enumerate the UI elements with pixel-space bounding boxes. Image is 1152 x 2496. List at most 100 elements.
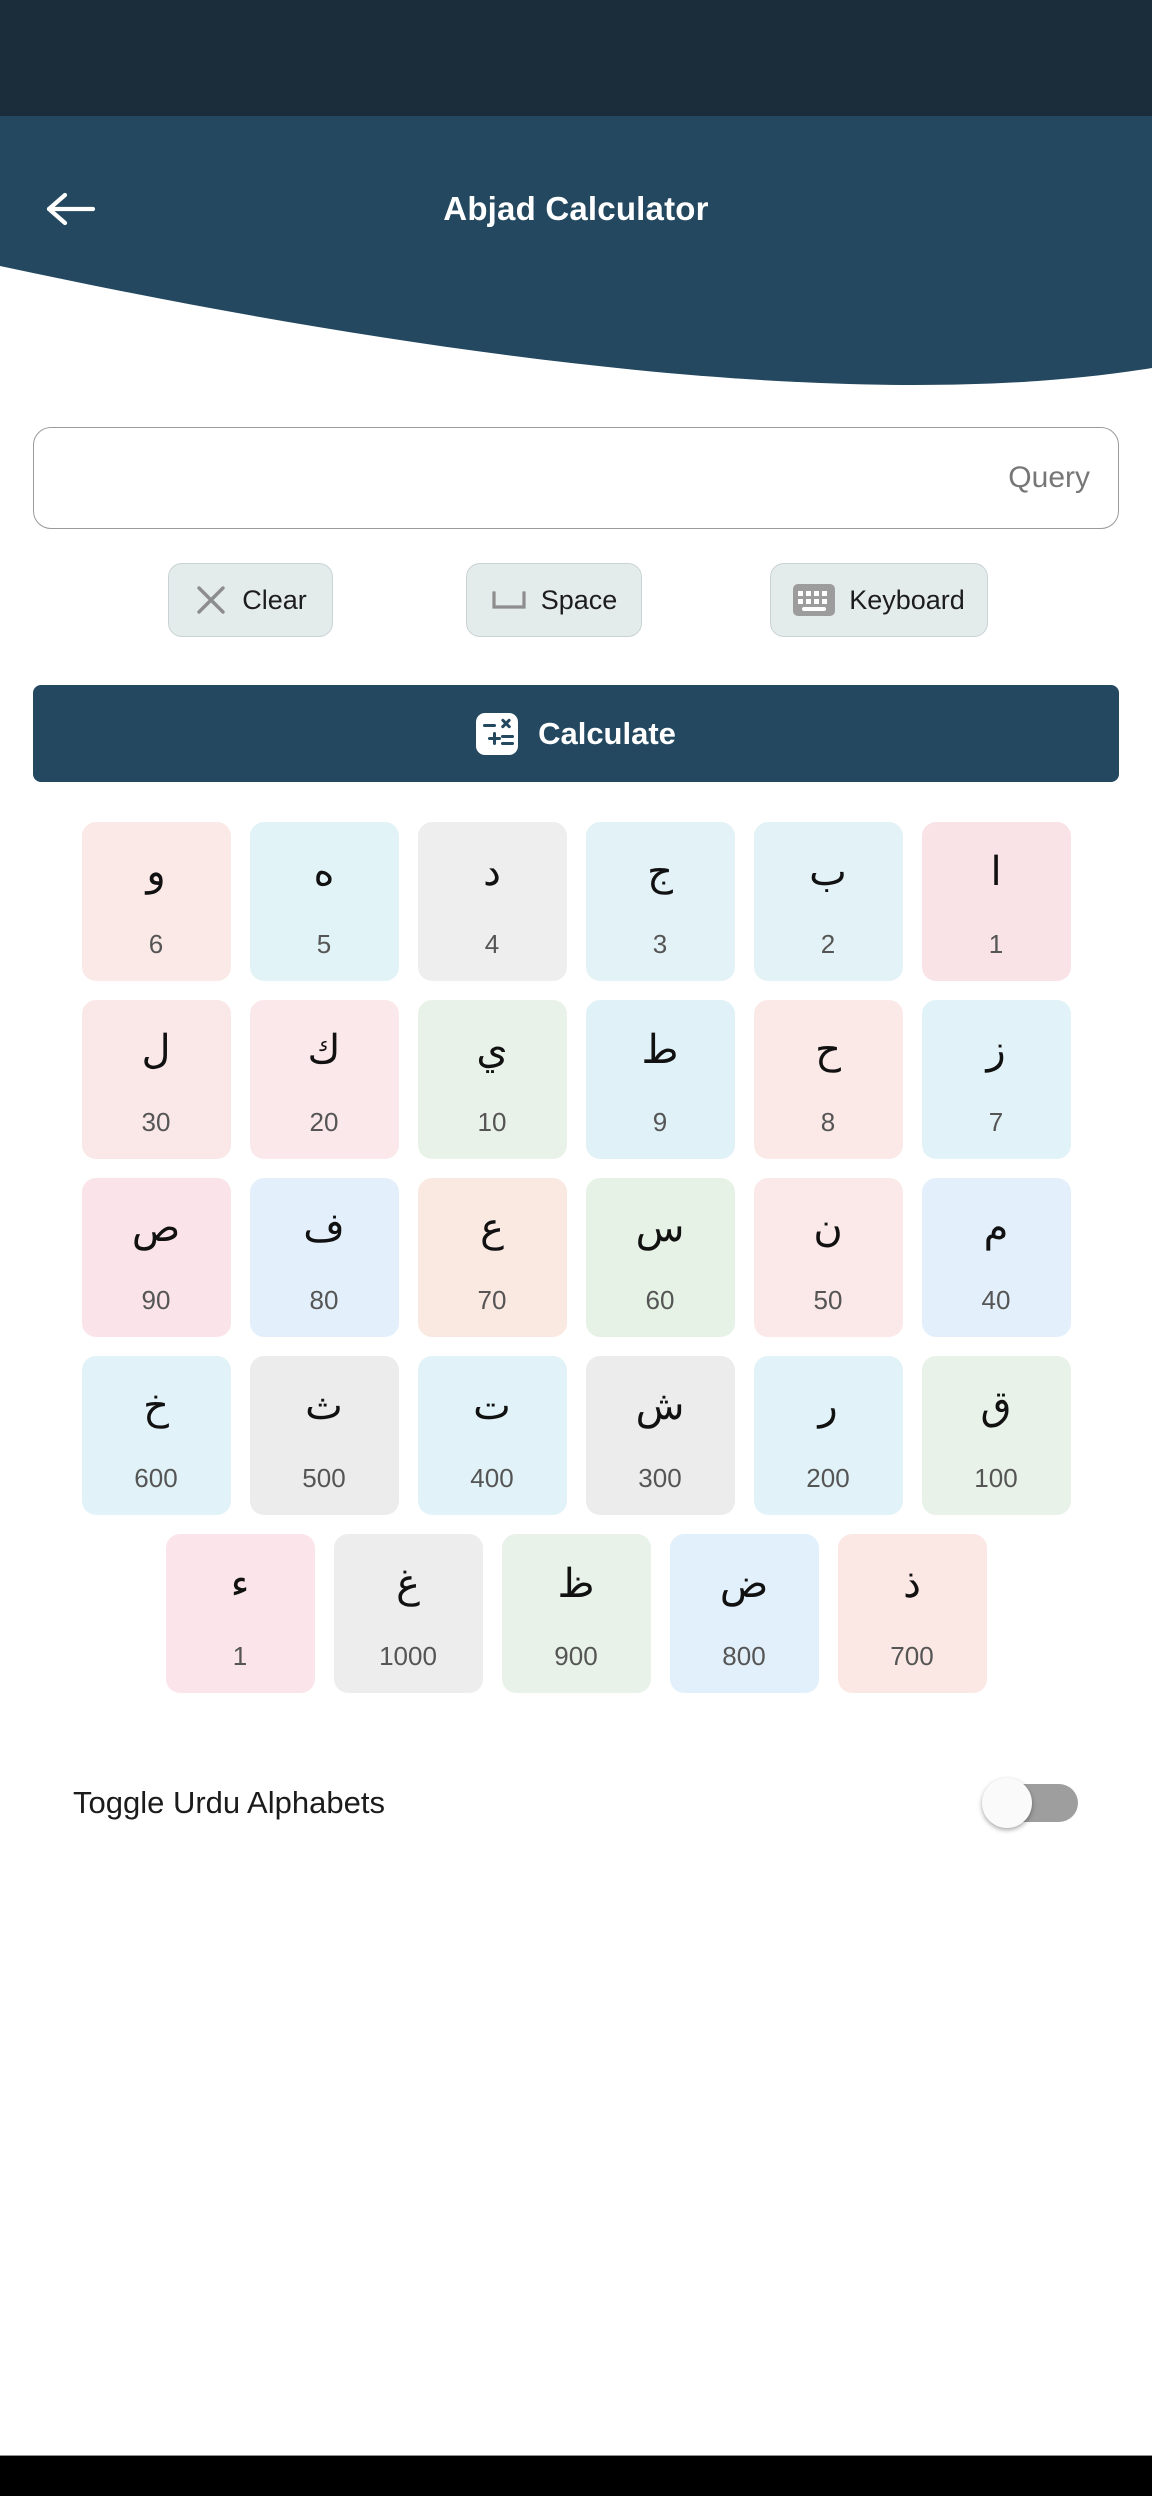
space-button[interactable]: Space bbox=[466, 563, 642, 637]
calculate-button-label: Calculate bbox=[538, 715, 676, 751]
letter-glyph: ج bbox=[647, 850, 673, 894]
app-bar-row: Abjad Calculator bbox=[0, 116, 1152, 302]
letter-row: ء 1 غ 1000 ظ 900 ض 800 ذ 700 bbox=[0, 1534, 1152, 1693]
letter-row: خ 600 ث 500 ت 400 ش 300 ر 200 ق 100 bbox=[0, 1356, 1152, 1515]
letter-glyph: م bbox=[983, 1206, 1009, 1250]
letter-tile[interactable]: ظ 900 bbox=[501, 1534, 651, 1693]
letter-value: 30 bbox=[141, 1107, 171, 1137]
letter-glyph: ا bbox=[990, 850, 1002, 894]
letter-glyph: ل bbox=[141, 1028, 171, 1072]
letter-glyph: ف bbox=[303, 1206, 345, 1250]
letter-glyph: ء bbox=[230, 1562, 250, 1606]
abjad-letter-grid: و 6 ه 5 د 4 ج 3 ب 2 ا 1 ل 30 ك 20 ي 10 ط… bbox=[0, 822, 1152, 1712]
letter-row: و 6 ه 5 د 4 ج 3 ب 2 ا 1 bbox=[0, 822, 1152, 981]
letter-glyph: ي bbox=[476, 1028, 508, 1072]
letter-value: 10 bbox=[477, 1107, 507, 1137]
query-placeholder: Query bbox=[1008, 461, 1090, 494]
letter-value: 500 bbox=[302, 1463, 346, 1493]
system-navigation-bar bbox=[0, 2455, 1152, 2496]
letter-tile[interactable]: ث 500 bbox=[249, 1356, 399, 1515]
letter-glyph: ن bbox=[813, 1206, 843, 1250]
letter-value: 300 bbox=[638, 1463, 682, 1493]
letter-tile[interactable]: خ 600 bbox=[81, 1356, 231, 1515]
letter-tile[interactable]: ب 2 bbox=[753, 822, 903, 981]
letter-value: 1 bbox=[988, 929, 1004, 959]
letter-value: 2 bbox=[820, 929, 836, 959]
letter-value: 4 bbox=[484, 929, 500, 959]
app-bar: Abjad Calculator bbox=[0, 116, 1152, 456]
letter-glyph: و bbox=[146, 850, 166, 894]
letter-tile[interactable]: ن 50 bbox=[753, 1178, 903, 1337]
letter-glyph: ب bbox=[809, 850, 847, 894]
letter-value: 9 bbox=[652, 1107, 668, 1137]
letter-tile[interactable]: ض 800 bbox=[669, 1534, 819, 1693]
letter-value: 90 bbox=[141, 1285, 171, 1315]
keyboard-icon bbox=[793, 584, 836, 616]
calculate-button[interactable]: Calculate bbox=[33, 685, 1119, 782]
keyboard-button[interactable]: Keyboard bbox=[770, 563, 988, 637]
letter-tile[interactable]: ذ 700 bbox=[837, 1534, 987, 1693]
letter-value: 60 bbox=[645, 1285, 675, 1315]
letter-tile[interactable]: س 60 bbox=[585, 1178, 735, 1337]
letter-value: 200 bbox=[806, 1463, 850, 1493]
letter-glyph: ق bbox=[980, 1384, 1012, 1428]
letter-value: 800 bbox=[722, 1641, 766, 1671]
letter-tile[interactable]: م 40 bbox=[921, 1178, 1071, 1337]
clear-button[interactable]: Clear bbox=[168, 563, 333, 637]
letter-glyph: ر bbox=[818, 1384, 838, 1428]
status-bar bbox=[0, 0, 1152, 116]
urdu-toggle-switch[interactable] bbox=[982, 1778, 1078, 1828]
letter-value: 70 bbox=[477, 1285, 507, 1315]
letter-tile[interactable]: ق 100 bbox=[921, 1356, 1071, 1515]
close-x-icon bbox=[197, 586, 225, 614]
letter-tile[interactable]: د 4 bbox=[417, 822, 567, 981]
letter-value: 5 bbox=[316, 929, 332, 959]
letter-tile[interactable]: ا 1 bbox=[921, 822, 1071, 981]
letter-tile[interactable]: ل 30 bbox=[81, 1000, 231, 1159]
letter-tile[interactable]: ك 20 bbox=[249, 1000, 399, 1159]
urdu-toggle-row: Toggle Urdu Alphabets bbox=[0, 1748, 1152, 1858]
letter-tile[interactable]: ح 8 bbox=[753, 1000, 903, 1159]
letter-value: 40 bbox=[981, 1285, 1011, 1315]
letter-row: ل 30 ك 20 ي 10 ط 9 ح 8 ز 7 bbox=[0, 1000, 1152, 1159]
page-title: Abjad Calculator bbox=[443, 190, 709, 227]
letter-value: 8 bbox=[820, 1107, 836, 1137]
letter-tile[interactable]: ط 9 bbox=[585, 1000, 735, 1159]
letter-tile[interactable]: ش 300 bbox=[585, 1356, 735, 1515]
letter-value: 1 bbox=[232, 1641, 248, 1671]
space-bar-icon bbox=[492, 591, 526, 609]
letter-tile[interactable]: ت 400 bbox=[417, 1356, 567, 1515]
letter-value: 400 bbox=[470, 1463, 514, 1493]
letter-value: 20 bbox=[309, 1107, 339, 1137]
keyboard-button-label: Keyboard bbox=[849, 584, 965, 615]
letter-tile[interactable]: ص 90 bbox=[81, 1178, 231, 1337]
letter-tile[interactable]: غ 1000 bbox=[333, 1534, 483, 1693]
letter-tile[interactable]: ر 200 bbox=[753, 1356, 903, 1515]
letter-value: 6 bbox=[148, 929, 164, 959]
toggle-knob bbox=[982, 1778, 1032, 1828]
letter-glyph: ذ bbox=[903, 1562, 921, 1606]
letter-tile[interactable]: ج 3 bbox=[585, 822, 735, 981]
letter-value: 1000 bbox=[379, 1641, 437, 1671]
letter-value: 80 bbox=[309, 1285, 339, 1315]
letter-glyph: د bbox=[483, 850, 501, 894]
letter-value: 900 bbox=[554, 1641, 598, 1671]
letter-tile[interactable]: ع 70 bbox=[417, 1178, 567, 1337]
letter-glyph: ه bbox=[313, 850, 335, 894]
calculator-icon bbox=[476, 712, 519, 755]
letter-glyph: خ bbox=[143, 1384, 169, 1428]
letter-glyph: س bbox=[635, 1206, 685, 1250]
action-button-row: Clear Space Keyboard bbox=[0, 563, 1152, 641]
letter-value: 3 bbox=[652, 929, 668, 959]
letter-tile[interactable]: ه 5 bbox=[249, 822, 399, 981]
letter-glyph: ث bbox=[305, 1384, 343, 1428]
letter-tile[interactable]: ي 10 bbox=[417, 1000, 567, 1159]
letter-tile[interactable]: ء 1 bbox=[165, 1534, 315, 1693]
letter-glyph: ك bbox=[307, 1028, 341, 1072]
letter-value: 7 bbox=[988, 1107, 1004, 1137]
query-input[interactable]: Query bbox=[33, 427, 1119, 529]
letter-tile[interactable]: ز 7 bbox=[921, 1000, 1071, 1159]
letter-glyph: غ bbox=[396, 1562, 420, 1606]
letter-tile[interactable]: ف 80 bbox=[249, 1178, 399, 1337]
letter-tile[interactable]: و 6 bbox=[81, 822, 231, 981]
